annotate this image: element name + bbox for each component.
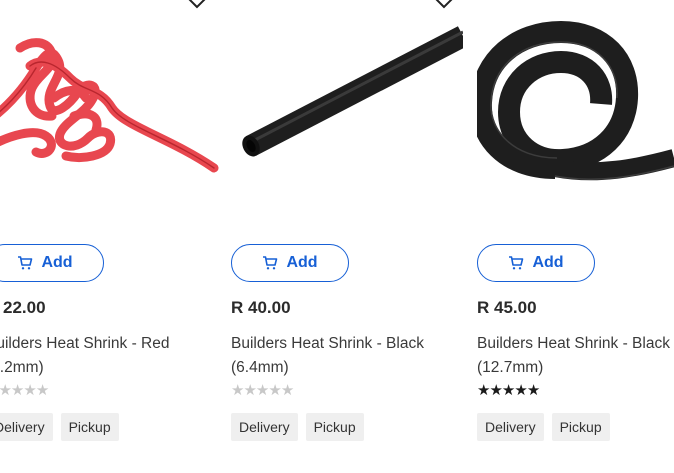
add-button-label: Add — [286, 254, 318, 271]
add-to-cart-button[interactable]: Add — [0, 244, 104, 282]
product-price: R 45.00 — [477, 298, 537, 317]
product-title[interactable]: Builders Heat Shrink - Black (12.7mm) — [477, 332, 674, 380]
product-card[interactable]: Add R 40.00 Builders Heat Shrink - Black… — [231, 0, 469, 473]
product-image-black-heat-shrink-6mm[interactable] — [231, 18, 469, 198]
star-rating: ★★★★★ — [477, 382, 540, 400]
fulfilment-badges: Delivery Pickup — [477, 413, 610, 441]
product-title[interactable]: Builders Heat Shrink - Black (6.4mm) — [231, 332, 471, 380]
fulfilment-badges: Delivery Pickup — [231, 413, 364, 441]
product-title[interactable]: Builders Heat Shrink - Red (3.2mm) — [0, 332, 226, 380]
wishlist-heart-icon[interactable] — [184, 0, 210, 10]
star-icon: ★ — [268, 382, 281, 399]
star-icon: ★ — [23, 382, 36, 399]
product-price: R 22.00 — [0, 298, 46, 317]
star-icon: ★ — [0, 382, 12, 399]
product-image-red-heat-shrink[interactable] — [0, 18, 219, 198]
star-icon: ★ — [243, 382, 256, 399]
star-icon: ★ — [231, 382, 244, 399]
star-rating: ★★★★★ — [0, 382, 49, 400]
wishlist-heart-icon[interactable] — [431, 0, 457, 10]
delivery-badge: Delivery — [231, 413, 298, 441]
pickup-badge: Pickup — [305, 413, 364, 441]
star-rating: ★★★★★ — [231, 382, 294, 400]
star-icon: ★ — [477, 382, 490, 399]
star-icon: ★ — [280, 382, 294, 399]
product-price: R 40.00 — [231, 298, 291, 317]
star-icon: ★ — [255, 382, 269, 399]
delivery-badge: Delivery — [477, 413, 544, 441]
product-card[interactable]: Add R 22.00 Builders Heat Shrink - Red (… — [0, 0, 219, 473]
star-icon: ★ — [514, 382, 527, 399]
pickup-badge: Pickup — [60, 413, 119, 441]
cart-icon — [508, 255, 524, 271]
cart-icon — [17, 255, 33, 271]
star-icon: ★ — [10, 382, 24, 399]
delivery-badge: Delivery — [0, 413, 53, 441]
add-to-cart-button[interactable]: Add — [477, 244, 595, 282]
cart-icon — [262, 255, 278, 271]
star-icon: ★ — [526, 382, 540, 399]
add-button-label: Add — [41, 254, 73, 271]
add-button-label: Add — [532, 254, 564, 271]
product-card[interactable]: Add R 45.00 Builders Heat Shrink - Black… — [477, 0, 674, 473]
star-icon: ★ — [501, 382, 515, 399]
product-image-black-heat-shrink-12mm[interactable] — [477, 18, 674, 198]
pickup-badge: Pickup — [551, 413, 610, 441]
star-icon: ★ — [489, 382, 502, 399]
star-icon: ★ — [35, 382, 49, 399]
add-to-cart-button[interactable]: Add — [231, 244, 349, 282]
fulfilment-badges: Delivery Pickup — [0, 413, 119, 441]
